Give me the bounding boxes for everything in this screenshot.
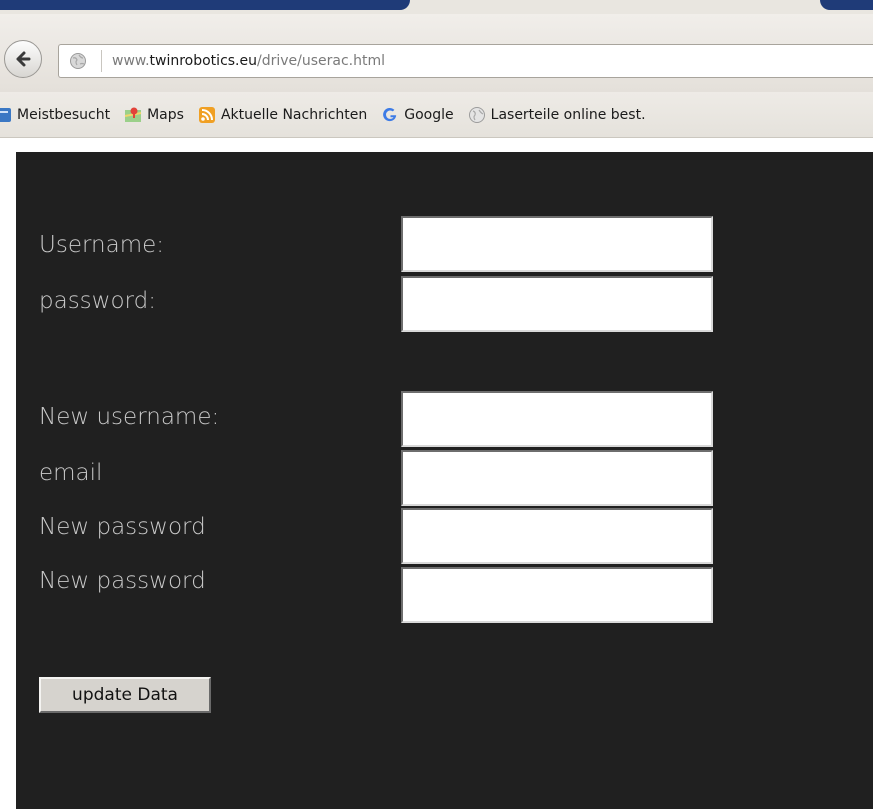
address-bar[interactable]: www.twinrobotics.eu/drive/userac.html <box>58 44 873 78</box>
url-prefix: www. <box>112 53 150 69</box>
maps-icon <box>124 107 142 122</box>
username-label: Username: <box>39 232 164 258</box>
navigation-toolbar: www.twinrobotics.eu/drive/userac.html <box>0 14 873 92</box>
content-top-margin <box>0 139 873 152</box>
tab-strip <box>0 0 873 14</box>
bookmark-laserteile[interactable]: Laserteile online best. <box>468 106 646 124</box>
bookmark-label: Maps <box>147 106 184 123</box>
bookmark-aktuelle-nachrichten[interactable]: Aktuelle Nachrichten <box>198 106 367 124</box>
bookmark-maps[interactable]: Maps <box>124 106 184 124</box>
bookmark-label: Aktuelle Nachrichten <box>220 106 368 123</box>
update-data-button[interactable]: update Data <box>39 677 211 713</box>
active-tab[interactable] <box>0 0 410 10</box>
bookmark-label: Laserteile online best. <box>490 106 646 123</box>
new-password-repeat-input[interactable] <box>401 567 713 623</box>
new-password-repeat-label: New password <box>39 568 206 594</box>
new-username-input[interactable] <box>401 391 713 447</box>
url-text[interactable]: www.twinrobotics.eu/drive/userac.html <box>112 53 385 69</box>
account-page: Username: password: New username: email … <box>16 152 873 809</box>
bookmark-folder-icon <box>0 107 11 122</box>
bookmark-meistbesucht[interactable]: Meistbesucht <box>0 106 110 124</box>
back-arrow-icon <box>16 51 31 67</box>
username-input[interactable] <box>401 216 713 272</box>
bookmark-google[interactable]: Google <box>381 106 454 124</box>
new-tab-button[interactable] <box>820 0 873 10</box>
address-bar-separator <box>101 50 102 72</box>
new-password-input[interactable] <box>401 508 713 564</box>
email-label: email <box>39 460 103 486</box>
google-icon <box>383 107 397 121</box>
site-identity-icon[interactable] <box>69 52 87 70</box>
new-password-label: New password <box>39 514 206 540</box>
globe-icon <box>468 106 485 123</box>
url-host: twinrobotics.eu <box>149 53 257 69</box>
bookmark-label: Google <box>404 106 454 123</box>
password-label: password: <box>39 288 156 314</box>
bookmark-label: Meistbesucht <box>17 106 111 123</box>
new-username-label: New username: <box>39 404 220 430</box>
bookmarks-toolbar: Meistbesucht Maps Aktuelle Nachrichten G… <box>0 92 873 138</box>
password-input[interactable] <box>401 276 713 332</box>
back-button[interactable] <box>4 40 42 78</box>
email-input[interactable] <box>401 450 713 506</box>
rss-feed-icon <box>198 106 215 123</box>
url-path: /drive/userac.html <box>257 53 386 69</box>
